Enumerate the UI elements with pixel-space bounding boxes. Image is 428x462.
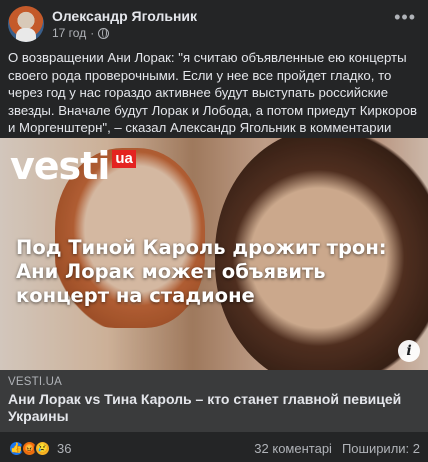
avatar[interactable] <box>8 6 44 42</box>
link-title[interactable]: Ани Лорак vs Тина Кароль – кто станет гл… <box>8 391 420 425</box>
info-icon[interactable]: i <box>398 340 420 362</box>
vesti-logo-badge: ua <box>112 150 136 168</box>
footer-stats: 32 коментарі Поширили: 2 <box>254 441 420 456</box>
shares-count[interactable]: Поширили: 2 <box>342 441 420 456</box>
post-header: Олександр Ягольник 17 год · ••• <box>8 6 420 42</box>
reactions-summary[interactable]: 👍 😡 😢 36 <box>8 439 71 457</box>
reaction-count[interactable]: 36 <box>57 441 71 456</box>
vesti-logo-text: vesti <box>10 144 110 188</box>
post-time[interactable]: 17 год <box>52 26 86 40</box>
link-preview-info[interactable]: VESTI.UA Ани Лорак vs Тина Кароль – кто … <box>0 370 428 432</box>
more-icon[interactable]: ••• <box>394 8 416 26</box>
post-footer: 👍 😡 😢 36 32 коментарі Поширили: 2 <box>8 438 420 458</box>
sad-reaction-icon: 😢 <box>34 439 51 457</box>
link-preview-image[interactable]: vesti ua Под Тиной Кароль дрожит трон: А… <box>0 138 428 370</box>
author-name[interactable]: Олександр Ягольник <box>52 8 197 24</box>
post-meta: 17 год · <box>52 26 110 40</box>
link-domain: VESTI.UA <box>8 376 63 388</box>
meta-separator: · <box>90 26 95 40</box>
globe-icon <box>98 27 110 39</box>
image-headline: Под Тиной Кароль дрожит трон: Ани Лорак … <box>16 236 387 307</box>
comments-count[interactable]: 32 коментарі <box>254 441 332 456</box>
vesti-logo: vesti ua <box>10 146 136 186</box>
facebook-post: Олександр Ягольник 17 год · ••• О возвра… <box>0 0 428 462</box>
